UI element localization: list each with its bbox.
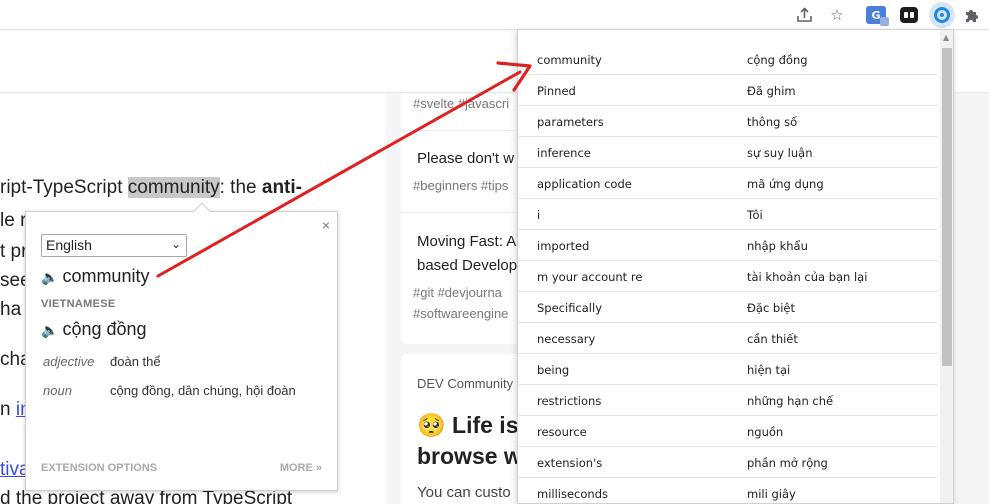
vocabulary-word: necessary bbox=[537, 332, 596, 346]
target-language-label: VIETNAMESE bbox=[41, 298, 116, 310]
vocabulary-word: Specifically bbox=[537, 301, 603, 315]
card-body: You can custo bbox=[417, 484, 511, 501]
vocabulary-panel: community cộng đồng Pinned Đã ghim parameter… bbox=[517, 29, 954, 504]
speaker-icon[interactable]: 🔈 bbox=[41, 269, 58, 286]
vocabulary-word: parameters bbox=[537, 115, 604, 129]
vocabulary-translation: cộng đồng bbox=[747, 53, 808, 67]
post-title[interactable]: Please don't w bbox=[417, 150, 514, 167]
tag-list[interactable]: #svelte #javascri bbox=[413, 96, 509, 111]
vocabulary-row[interactable]: imported nhập khẩu bbox=[518, 230, 938, 261]
vocabulary-translation: cần thiết bbox=[747, 332, 798, 346]
card-title: 🥺 Life is bbox=[417, 412, 519, 438]
vocabulary-row[interactable]: Pinned Đã ghim bbox=[518, 75, 938, 106]
scrollbar[interactable]: ▲ bbox=[940, 30, 953, 503]
share-icon[interactable] bbox=[795, 5, 815, 25]
post-title[interactable]: Moving Fast: A bbox=[417, 233, 516, 250]
article-line: ript-TypeScript community: the anti- bbox=[0, 177, 302, 198]
vocabulary-word: Pinned bbox=[537, 84, 576, 98]
vocabulary-row[interactable]: restrictions những hạn chế bbox=[518, 385, 938, 416]
accent-mark: ▎ bbox=[0, 118, 12, 142]
vocabulary-row[interactable]: i Tôi bbox=[518, 199, 938, 230]
pleading-face-icon: 🥺 bbox=[417, 412, 446, 438]
vocabulary-word: being bbox=[537, 363, 570, 377]
post-title[interactable]: based Develop bbox=[417, 257, 517, 274]
vocabulary-translation: nguồn bbox=[747, 425, 784, 439]
vocabulary-word: restrictions bbox=[537, 394, 602, 408]
vocabulary-translation: nhập khẩu bbox=[747, 239, 808, 253]
tag-list[interactable]: #git #devjourna bbox=[413, 285, 502, 300]
vocabulary-word: resource bbox=[537, 425, 587, 439]
part-of-speech: adjective bbox=[43, 354, 95, 369]
vocabulary-translation: Đã ghim bbox=[747, 84, 796, 98]
vocabulary-translation: mili giây bbox=[747, 487, 796, 501]
extension-options-link[interactable]: EXTENSION OPTIONS bbox=[41, 462, 157, 474]
article-line: le r bbox=[0, 210, 27, 231]
sidebar-card: DEV Community 🥺 Life is browse w You can… bbox=[401, 354, 531, 504]
definition: cộng đồng, dân chúng, hội đoàn bbox=[110, 383, 296, 398]
vocabulary-word: imported bbox=[537, 239, 590, 253]
vocabulary-word: inference bbox=[537, 146, 591, 160]
tag-list[interactable]: #beginners #tips bbox=[413, 178, 508, 193]
card-title: browse w bbox=[417, 443, 522, 469]
vocabulary-row[interactable]: resource nguồn bbox=[518, 416, 938, 447]
vocabulary-row[interactable]: m your account re tài khoản của bạn lại bbox=[518, 261, 938, 292]
vocabulary-translation: Tôi bbox=[747, 208, 763, 222]
sidebar-card: #svelte #javascri Please don't w #beginn… bbox=[401, 94, 531, 344]
dictionary-popup: × English ⌄ 🔈 community VIETNAMESE 🔈 cộng … bbox=[25, 202, 338, 491]
scroll-up-icon[interactable]: ▲ bbox=[943, 33, 949, 42]
vocabulary-translation: mã ứng dụng bbox=[747, 177, 824, 191]
vocabulary-translation: những hạn chế bbox=[747, 394, 834, 408]
source-word: 🔈 community bbox=[41, 266, 150, 286]
vocabulary-translation: Đặc biệt bbox=[747, 301, 796, 315]
article-line: t pr bbox=[0, 241, 28, 262]
vocabulary-row[interactable]: being hiện tại bbox=[518, 354, 938, 385]
vocabulary-word: i bbox=[537, 208, 541, 222]
vocabulary-word: m your account re bbox=[537, 270, 643, 284]
card-source: DEV Community bbox=[417, 376, 514, 391]
vocabulary-row[interactable]: parameters thông số bbox=[518, 106, 938, 137]
tag-list[interactable]: #softwareengine bbox=[413, 306, 508, 321]
browser-toolbar: ☆ G bbox=[0, 0, 989, 30]
vocabulary-translation: hiện tại bbox=[747, 363, 791, 377]
vocabulary-translation: phần mở rộng bbox=[747, 456, 828, 470]
vocabulary-row[interactable]: inference sự suy luận bbox=[518, 137, 938, 168]
vocabulary-row[interactable]: milliseconds mili giây bbox=[518, 478, 938, 503]
close-icon[interactable]: × bbox=[322, 217, 330, 233]
more-link[interactable]: MORE » bbox=[280, 462, 322, 474]
vocab-extension-icon[interactable] bbox=[929, 2, 955, 28]
vocabulary-word: application code bbox=[537, 177, 632, 191]
puzzle-icon[interactable] bbox=[962, 5, 982, 25]
vocabulary-row[interactable]: community cộng đồng bbox=[518, 44, 938, 75]
chevron-down-icon: ⌄ bbox=[170, 237, 181, 251]
vocabulary-translation: sự suy luận bbox=[747, 146, 813, 160]
vocabulary-row[interactable]: necessary cần thiết bbox=[518, 323, 938, 354]
vocabulary-word: extension's bbox=[537, 456, 603, 470]
vocabulary-translation: thông số bbox=[747, 115, 798, 129]
scrollbar-thumb[interactable] bbox=[942, 48, 952, 366]
definition: đoàn thể bbox=[110, 354, 161, 369]
vocabulary-word: milliseconds bbox=[537, 487, 608, 501]
vocabulary-row[interactable]: extension's phần mở rộng bbox=[518, 447, 938, 478]
vocabulary-word: community bbox=[537, 53, 602, 67]
vocabulary-row[interactable]: Specifically Đặc biệt bbox=[518, 292, 938, 323]
vocabulary-row[interactable]: application code mã ứng dụng bbox=[518, 168, 938, 199]
extension-icon[interactable] bbox=[900, 7, 918, 23]
article-line: ha bbox=[0, 299, 22, 320]
part-of-speech: noun bbox=[43, 383, 72, 398]
highlighted-word[interactable]: community bbox=[127, 177, 220, 198]
translation: 🔈 cộng đồng bbox=[41, 319, 147, 339]
vocabulary-translation: tài khoản của bạn lại bbox=[747, 270, 868, 284]
google-translate-icon[interactable]: G bbox=[866, 6, 889, 26]
speaker-icon[interactable]: 🔈 bbox=[41, 322, 58, 339]
language-select[interactable]: English ⌄ bbox=[41, 234, 187, 257]
bookmark-star-icon[interactable]: ☆ bbox=[827, 5, 847, 25]
